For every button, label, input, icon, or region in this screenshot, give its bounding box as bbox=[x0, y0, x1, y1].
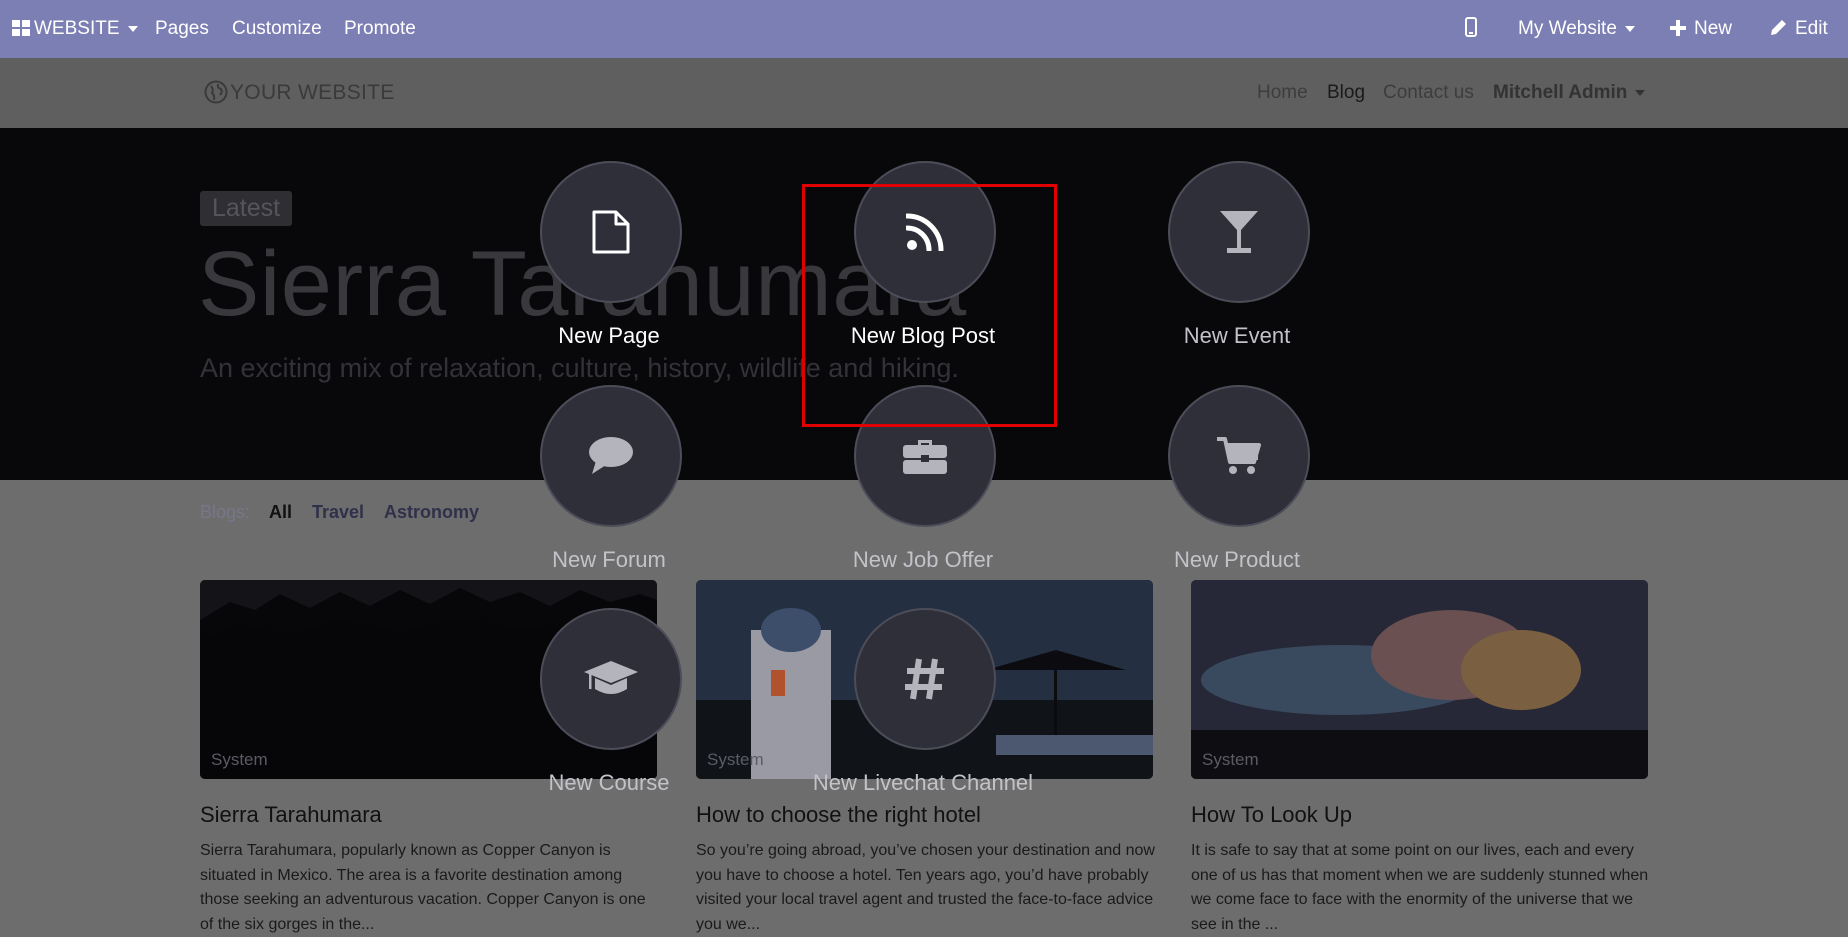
new-button-label: New bbox=[1694, 18, 1733, 39]
new-livechat-channel-circle[interactable] bbox=[854, 608, 996, 750]
app-menu-label: WEBSITE bbox=[34, 18, 120, 39]
mobile-preview-button[interactable] bbox=[1465, 0, 1477, 58]
graduation-cap-icon bbox=[584, 661, 638, 694]
caret-down-icon bbox=[127, 25, 138, 32]
apps-grid-icon bbox=[12, 20, 30, 36]
pages-menu[interactable]: Pages bbox=[155, 0, 209, 58]
caret-down-icon bbox=[1624, 25, 1635, 32]
new-product-option[interactable]: New Product bbox=[1112, 385, 1352, 605]
edit-button[interactable]: Edit bbox=[1770, 0, 1828, 58]
promote-menu[interactable]: Promote bbox=[344, 0, 416, 58]
new-event-option[interactable]: New Event bbox=[1112, 161, 1352, 381]
new-product-label: New Product bbox=[1174, 547, 1300, 572]
new-course-option[interactable]: New Course bbox=[484, 608, 724, 828]
new-event-circle[interactable] bbox=[1168, 161, 1310, 303]
new-event-label: New Event bbox=[1183, 323, 1291, 348]
new-course-label: New Course bbox=[548, 770, 670, 795]
new-content-dialog: New Page New Blog Post New Event New For… bbox=[0, 58, 1848, 934]
shopping-cart-icon bbox=[1217, 437, 1261, 474]
new-forum-circle[interactable] bbox=[540, 385, 682, 527]
glass-icon bbox=[1220, 211, 1258, 253]
pencil-icon bbox=[1771, 20, 1786, 35]
new-forum-label: New Forum bbox=[552, 547, 666, 572]
briefcase-icon bbox=[903, 440, 947, 474]
new-job-offer-label: New Job Offer bbox=[852, 547, 994, 572]
new-livechat-channel-label: New Livechat Channel bbox=[812, 770, 1034, 795]
new-page-option[interactable]: New Page bbox=[484, 161, 724, 381]
app-menu-button[interactable]: WEBSITE bbox=[12, 0, 138, 58]
new-page-circle[interactable] bbox=[540, 161, 682, 303]
new-product-circle[interactable] bbox=[1168, 385, 1310, 527]
new-course-circle[interactable] bbox=[540, 608, 682, 750]
new-content-button[interactable]: New bbox=[1670, 0, 1732, 58]
website-switcher[interactable]: My Website bbox=[1518, 0, 1635, 58]
mobile-icon bbox=[1465, 17, 1477, 37]
plus-icon bbox=[1670, 20, 1686, 36]
customize-menu[interactable]: Customize bbox=[232, 0, 322, 58]
edit-button-label: Edit bbox=[1795, 18, 1828, 39]
website-admin-bar: WEBSITE Pages Customize Promote My Websi… bbox=[0, 0, 1848, 58]
comment-icon bbox=[589, 437, 633, 474]
website-switcher-label: My Website bbox=[1518, 18, 1617, 39]
highlight-box bbox=[802, 184, 1057, 427]
file-icon bbox=[592, 210, 630, 254]
new-forum-option[interactable]: New Forum bbox=[484, 385, 724, 605]
hashtag-icon bbox=[905, 658, 944, 700]
new-livechat-channel-option[interactable]: New Livechat Channel bbox=[798, 608, 1038, 828]
new-page-label: New Page bbox=[558, 323, 660, 348]
